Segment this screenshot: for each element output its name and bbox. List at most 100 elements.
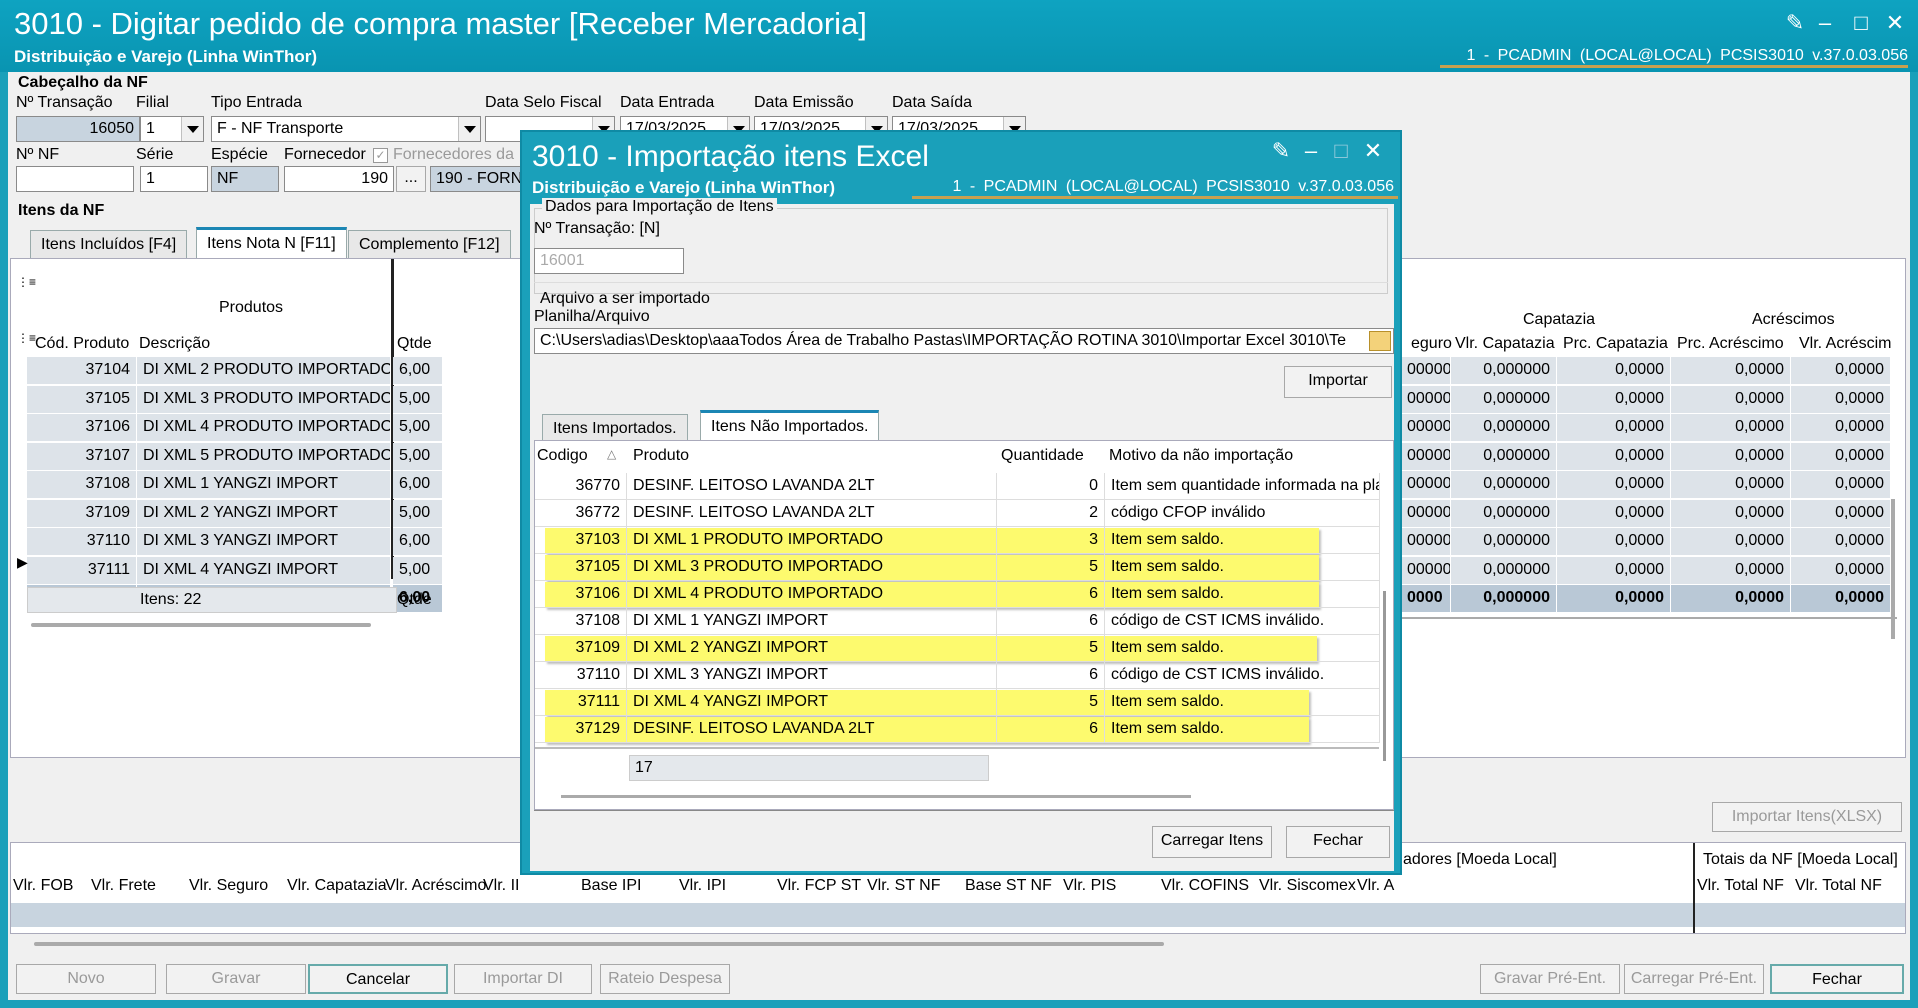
fornecedor-field[interactable]: 190 (284, 166, 394, 192)
dialog-client: Dados para Importação de Itens Nº Transa… (530, 198, 1394, 871)
dialog-horizontal-scrollbar[interactable] (561, 795, 1191, 798)
cell-seguro: 00000 (1401, 414, 1451, 442)
totals-col: Vlr. Capatazia (287, 877, 387, 894)
items-vertical-scrollbar[interactable] (1891, 499, 1895, 639)
cell-cod: 37110 (27, 528, 137, 556)
tab-itens-nota[interactable]: Itens Nota N [F11] (196, 227, 347, 258)
col-codigo[interactable]: Codigo (537, 447, 588, 465)
list-item[interactable]: 37106 DI XML 4 PRODUTO IMPORTADO 6 Item sem… (535, 581, 1380, 608)
list-item[interactable]: 37110 DI XML 3 YANGZI IMPORT 6 código de CS… (535, 662, 1380, 689)
tipo-entrada-select[interactable]: F - NF Transporte (211, 116, 481, 142)
cell-qtde: 5,00 (393, 414, 443, 442)
cell-pacr: 0,0000 (1671, 585, 1791, 613)
totals-col: Vlr. Seguro (189, 877, 269, 894)
col-vlr-capatazia[interactable]: Vlr. Capatazia (1455, 335, 1555, 353)
cell-desc: DI XML 5 PRODUTO IMPORTADO (137, 442, 391, 471)
not-imported-grid: Codigo △ Produto Quantidade Motivo da nã… (534, 440, 1394, 810)
fornecedores-checkbox[interactable]: ✓ (373, 148, 388, 163)
dialog-fechar-button[interactable]: Fechar (1286, 826, 1390, 858)
totals-col: Base ST NF (965, 877, 1052, 894)
cell-pacr: 0,0000 (1671, 556, 1791, 585)
col-seguro[interactable]: eguro (1411, 335, 1452, 353)
edit-icon[interactable]: ✎ (1782, 10, 1808, 36)
col-cod-produto[interactable]: Cód. Produto (35, 335, 129, 353)
data-selo-label: Data Selo Fiscal (485, 94, 602, 111)
cell-desc: DI XML 1 YANGZI IMPORT (137, 471, 391, 499)
dialog-transacao-field[interactable]: 16001 (534, 248, 684, 274)
totals-horizontal-scrollbar[interactable] (34, 942, 1164, 946)
file-path-value: C:\Users\adias\Desktop\aaaTodos Área de … (540, 332, 1346, 349)
chevron-down-icon[interactable] (181, 117, 203, 141)
col-quantidade[interactable]: Quantidade (1001, 447, 1084, 465)
novo-button[interactable]: Novo (16, 964, 156, 994)
group-produtos: Produtos (219, 299, 284, 316)
tab-itens-nao-importados[interactable]: Itens Não Importados. (700, 410, 880, 442)
fornecedor-lookup-button[interactable]: ... (396, 166, 426, 192)
cell-qtde: 5,00 (393, 442, 443, 471)
close-icon[interactable]: ✕ (1882, 10, 1908, 36)
column-menu-icon[interactable]: ⋮≡ (17, 331, 36, 345)
data-emissao-label: Data Emissão (754, 94, 854, 111)
gravar-pre-ent-button[interactable]: Gravar Pré-Ent. (1480, 964, 1620, 994)
grid-menu-icon[interactable]: ⋮≡ (17, 275, 36, 289)
rateio-despesa-button[interactable]: Rateio Despesa (600, 964, 730, 994)
col-descricao[interactable]: Descrição (139, 335, 210, 353)
group-capatazia: Capatazia (1523, 311, 1596, 328)
cancelar-button[interactable]: Cancelar (308, 964, 448, 994)
col-produto[interactable]: Produto (633, 447, 689, 465)
num-nf-field[interactable] (16, 166, 134, 192)
items-horizontal-scrollbar[interactable] (31, 623, 371, 627)
importar-di-button[interactable]: Importar DI (454, 964, 592, 994)
list-item[interactable]: 37108 DI XML 1 YANGZI IMPORT 6 código de CS… (535, 608, 1380, 635)
carregar-itens-button[interactable]: Carregar Itens (1152, 826, 1272, 858)
cell-qtd: 6 (997, 662, 1105, 689)
cell-produto: DESINF. LEITOSO LAVANDA 2LT (627, 716, 997, 743)
filial-select[interactable]: 1 (140, 116, 204, 142)
dialog-title: 3010 - Importação itens Excel (532, 140, 929, 173)
cell-codigo: 37129 (535, 716, 627, 743)
list-item[interactable]: 37105 DI XML 3 PRODUTO IMPORTADO 5 Item sem… (535, 554, 1380, 581)
dialog-vertical-scrollbar[interactable] (1383, 591, 1386, 761)
col-prc-acrescimo[interactable]: Prc. Acréscimo (1677, 335, 1784, 353)
totals-col: Vlr. COFINS (1161, 877, 1250, 894)
fornecedor-label: Fornecedor (284, 146, 366, 163)
col-motivo[interactable]: Motivo da não importação (1109, 447, 1293, 465)
grid-footer-divider (535, 747, 1379, 749)
col-prc-capatazia[interactable]: Prc. Capatazia (1563, 335, 1668, 353)
tab-itens-incluidos[interactable]: Itens Incluídos [F4] (30, 230, 188, 258)
gravar-button[interactable]: Gravar (166, 964, 306, 994)
items-count: Itens: 22 (140, 591, 202, 608)
fechar-main-button[interactable]: Fechar (1770, 964, 1904, 994)
list-item[interactable]: 37109 DI XML 2 YANGZI IMPORT 5 Item sem sal… (535, 635, 1380, 662)
folder-open-icon[interactable] (1369, 331, 1391, 351)
list-item[interactable]: 36772 DESINF. LEITOSO LAVANDA 2LT 2 código … (535, 500, 1380, 527)
serie-field[interactable]: 1 (140, 166, 208, 192)
file-path-input[interactable]: C:\Users\adias\Desktop\aaaTodos Área de … (534, 328, 1394, 354)
list-item[interactable]: 37129 DESINF. LEITOSO LAVANDA 2LT 6 Item se… (535, 716, 1380, 743)
importar-itens-xlsx-button[interactable]: Importar Itens(XLSX) (1712, 802, 1902, 832)
items-hscroll-right[interactable] (1401, 617, 1897, 619)
cell-vacr: 0,0000 (1791, 556, 1891, 585)
cell-motivo: código de CST ICMS inválido. (1105, 662, 1380, 689)
cell-desc: DI XML 3 YANGZI IMPORT (137, 528, 391, 556)
list-item[interactable]: 36770 DESINF. LEITOSO LAVANDA 2LT 0 Item se… (535, 473, 1380, 500)
transacao-field[interactable]: 16050 (16, 116, 140, 142)
close-icon[interactable]: ✕ (1360, 138, 1386, 164)
dialog-bottom-separator (534, 810, 1394, 811)
importar-button[interactable]: Importar (1284, 366, 1392, 398)
edit-icon[interactable]: ✎ (1268, 138, 1294, 164)
especie-field[interactable]: NF (211, 166, 279, 192)
tab-complemento[interactable]: Complemento [F12] (348, 230, 511, 258)
cell-qtde: 6,00 (393, 471, 443, 499)
list-item[interactable]: 37111 DI XML 4 YANGZI IMPORT 5 Item sem sal… (535, 689, 1380, 716)
maximize-icon[interactable]: □ (1848, 10, 1874, 36)
cell-desc: DI XML 2 PRODUTO IMPORTADO (137, 357, 391, 385)
list-item[interactable]: 37103 DI XML 1 PRODUTO IMPORTADO 3 Item sem… (535, 527, 1380, 554)
col-qtde[interactable]: Qtde (397, 335, 432, 353)
col-vlr-acrescimo[interactable]: Vlr. Acréscim (1799, 335, 1891, 353)
minimize-icon[interactable]: – (1298, 138, 1324, 164)
minimize-icon[interactable]: – (1812, 10, 1838, 36)
carregar-pre-ent-button[interactable]: Carregar Pré-Ent. (1624, 964, 1764, 994)
chevron-down-icon[interactable] (458, 117, 480, 141)
tab-itens-importados[interactable]: Itens Importados. (542, 414, 688, 442)
